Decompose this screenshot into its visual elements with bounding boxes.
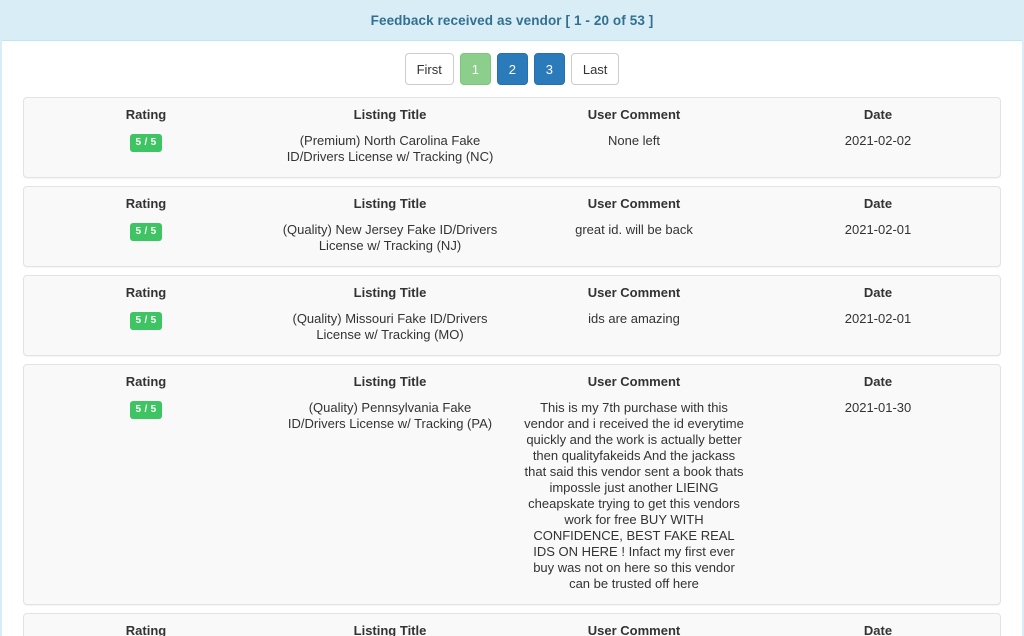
column-header-listing-title: Listing Title	[268, 374, 512, 389]
rating-cell: 5 / 5	[24, 400, 268, 592]
user-comment-cell: ids are amazing	[512, 311, 756, 343]
listing-title-link[interactable]: (Quality) Missouri Fake ID/Drivers Licen…	[283, 311, 498, 343]
user-comment-text: ids are amazing	[522, 311, 746, 327]
column-header-user-comment: User Comment	[512, 196, 756, 211]
rating-cell: 5 / 5	[24, 311, 268, 343]
rating-badge: 5 / 5	[130, 223, 163, 241]
rating-cell: 5 / 5	[24, 222, 268, 254]
pagination-page-2-button[interactable]: 2	[497, 53, 528, 85]
column-header-rating: Rating	[24, 374, 268, 389]
column-header-rating: Rating	[24, 107, 268, 122]
column-header-user-comment: User Comment	[512, 374, 756, 389]
rating-badge: 5 / 5	[130, 401, 163, 419]
column-header-listing-title: Listing Title	[268, 285, 512, 300]
column-header-rating: Rating	[24, 196, 268, 211]
user-comment-cell: None left	[512, 133, 756, 165]
card-header-row: RatingListing TitleUser CommentDate	[24, 107, 1000, 133]
pagination-page-3-button[interactable]: 3	[534, 53, 565, 85]
user-comment-cell: This is my 7th purchase with this vendor…	[512, 400, 756, 592]
column-header-listing-title: Listing Title	[268, 107, 512, 122]
column-header-date: Date	[756, 374, 1000, 389]
column-header-user-comment: User Comment	[512, 107, 756, 122]
user-comment-cell: great id. will be back	[512, 222, 756, 254]
user-comment-text: great id. will be back	[522, 222, 746, 238]
column-header-date: Date	[756, 285, 1000, 300]
card-body-row: 5 / 5 (Premium) North Carolina Fake ID/Dr…	[24, 133, 1000, 165]
column-header-listing-title: Listing Title	[268, 196, 512, 211]
pagination-last-button[interactable]: Last	[571, 53, 620, 85]
feedback-card: RatingListing TitleUser CommentDate5 / 5…	[23, 364, 1001, 605]
feedback-card: RatingListing TitleUser CommentDate5 / 5…	[23, 186, 1001, 267]
rating-cell: 5 / 5	[24, 133, 268, 165]
rating-badge: 5 / 5	[130, 134, 163, 152]
column-header-user-comment: User Comment	[512, 623, 756, 636]
listing-title-cell: (Quality) New Jersey Fake ID/Drivers Lic…	[268, 222, 512, 254]
date-cell: 2021-02-02	[756, 133, 1000, 165]
pagination-page-1-button[interactable]: 1	[460, 53, 491, 85]
feedback-card-list: RatingListing TitleUser CommentDate5 / 5…	[2, 97, 1022, 636]
feedback-card: RatingListing TitleUser CommentDate5 / 5…	[23, 275, 1001, 356]
card-header-row: RatingListing TitleUser CommentDate	[24, 285, 1000, 311]
feedback-card: RatingListing TitleUser CommentDate5 / 5…	[23, 613, 1001, 636]
panel-heading: Feedback received as vendor [ 1 - 20 of …	[2, 0, 1022, 41]
pagination: First 123 Last	[2, 41, 1022, 97]
listing-title-link[interactable]: (Quality) Pennsylvania Fake ID/Drivers L…	[283, 400, 498, 432]
listing-title-link[interactable]: (Quality) New Jersey Fake ID/Drivers Lic…	[283, 222, 498, 254]
column-header-date: Date	[756, 623, 1000, 636]
column-header-rating: Rating	[24, 623, 268, 636]
card-header-row: RatingListing TitleUser CommentDate	[24, 196, 1000, 222]
user-comment-text: This is my 7th purchase with this vendor…	[522, 400, 746, 592]
date-cell: 2021-02-01	[756, 311, 1000, 343]
rating-badge: 5 / 5	[130, 312, 163, 330]
listing-title-link[interactable]: (Premium) North Carolina Fake ID/Drivers…	[283, 133, 498, 165]
column-header-rating: Rating	[24, 285, 268, 300]
feedback-card: RatingListing TitleUser CommentDate5 / 5…	[23, 97, 1001, 178]
column-header-date: Date	[756, 196, 1000, 211]
pagination-first-button[interactable]: First	[405, 53, 454, 85]
card-body-row: 5 / 5 (Quality) New Jersey Fake ID/Driver…	[24, 222, 1000, 254]
date-cell: 2021-02-01	[756, 222, 1000, 254]
listing-title-cell: (Premium) North Carolina Fake ID/Drivers…	[268, 133, 512, 165]
card-body-row: 5 / 5 (Quality) Missouri Fake ID/Drivers …	[24, 311, 1000, 343]
user-comment-text: None left	[522, 133, 746, 149]
card-body-row: 5 / 5 (Quality) Pennsylvania Fake ID/Driv…	[24, 400, 1000, 592]
column-header-user-comment: User Comment	[512, 285, 756, 300]
card-header-row: RatingListing TitleUser CommentDate	[24, 374, 1000, 400]
listing-title-cell: (Quality) Pennsylvania Fake ID/Drivers L…	[268, 400, 512, 592]
page-frame: Feedback received as vendor [ 1 - 20 of …	[0, 0, 1024, 636]
listing-title-cell: (Quality) Missouri Fake ID/Drivers Licen…	[268, 311, 512, 343]
card-header-row: RatingListing TitleUser CommentDate	[24, 623, 1000, 636]
page-title: Feedback received as vendor [ 1 - 20 of …	[371, 13, 654, 28]
column-header-date: Date	[756, 107, 1000, 122]
date-cell: 2021-01-30	[756, 400, 1000, 592]
column-header-listing-title: Listing Title	[268, 623, 512, 636]
